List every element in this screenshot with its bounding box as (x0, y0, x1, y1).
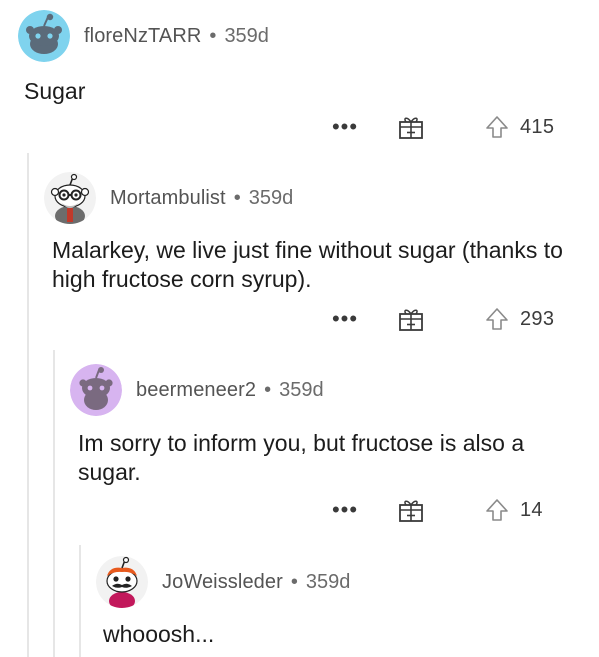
separator-dot: • (264, 378, 272, 401)
more-options-icon[interactable]: ••• (330, 308, 360, 330)
vote-count: 293 (520, 307, 555, 330)
comment-age: 359d (248, 186, 294, 209)
comment-header: Mortambulist • 359d (44, 172, 584, 224)
username[interactable]: Mortambulist (110, 187, 226, 210)
separator-dot: • (290, 570, 298, 593)
gift-award-icon[interactable] (398, 497, 424, 523)
separator-dot: • (209, 24, 217, 47)
comment-header: floreNzTARR • 359d (18, 10, 578, 62)
comment-body: Malarkey, we live just fine without suga… (52, 237, 563, 292)
username[interactable]: JoWeissleder (162, 571, 283, 594)
upvote-button[interactable]: 293 (484, 306, 554, 332)
avatar[interactable] (18, 10, 70, 62)
thread-line-level-3 (79, 545, 81, 657)
snoo-avatar-icon (70, 364, 122, 416)
more-options-icon[interactable]: ••• (330, 116, 360, 138)
comment-4: JoWeissleder • 359d whooosh... (96, 556, 576, 649)
upvote-arrow-icon (486, 308, 508, 330)
comment-2: Mortambulist • 359d Malarkey, we live ju… (44, 172, 584, 294)
gift-award-icon[interactable] (398, 306, 424, 332)
gift-award-icon[interactable] (398, 114, 424, 140)
comment-header: JoWeissleder • 359d (96, 556, 576, 608)
username[interactable]: beermeneer2 (136, 379, 256, 402)
vote-count: 14 (520, 498, 543, 521)
avatar[interactable] (70, 364, 122, 416)
avatar[interactable] (44, 172, 96, 224)
more-options-icon[interactable]: ••• (330, 499, 360, 521)
comment-actions: ••• 415 (330, 112, 554, 142)
comment-header: beermeneer2 • 359d (70, 364, 580, 416)
comment-age: 359d (279, 378, 324, 401)
comment-3: beermeneer2 • 359d Im sorry to inform yo… (70, 364, 580, 487)
username[interactable]: floreNzTARR (84, 25, 201, 48)
comment-1: floreNzTARR • 359d Sugar (18, 10, 578, 106)
thread-line-level-1 (27, 153, 29, 657)
comment-age: 359d (224, 24, 269, 47)
comment-body: Sugar (24, 78, 86, 104)
upvote-button[interactable]: 415 (484, 114, 554, 140)
upvote-arrow-icon (486, 499, 508, 521)
avatar[interactable] (96, 556, 148, 608)
comment-body: whooosh... (103, 621, 215, 647)
snoo-mustache-avatar-icon (96, 556, 148, 608)
snoo-avatar-icon (18, 10, 70, 62)
comment-actions: ••• 293 (330, 304, 554, 334)
comment-age: 359d (305, 570, 351, 593)
snoo-glasses-avatar-icon (44, 172, 96, 224)
comment-body: Im sorry to inform you, but fructose is … (78, 430, 525, 485)
vote-count: 415 (520, 115, 555, 138)
separator-dot: • (233, 186, 241, 209)
upvote-arrow-icon (486, 116, 508, 138)
upvote-button[interactable]: 14 (484, 497, 543, 523)
thread-line-level-2 (53, 350, 55, 657)
comment-actions: ••• 14 (330, 495, 543, 525)
